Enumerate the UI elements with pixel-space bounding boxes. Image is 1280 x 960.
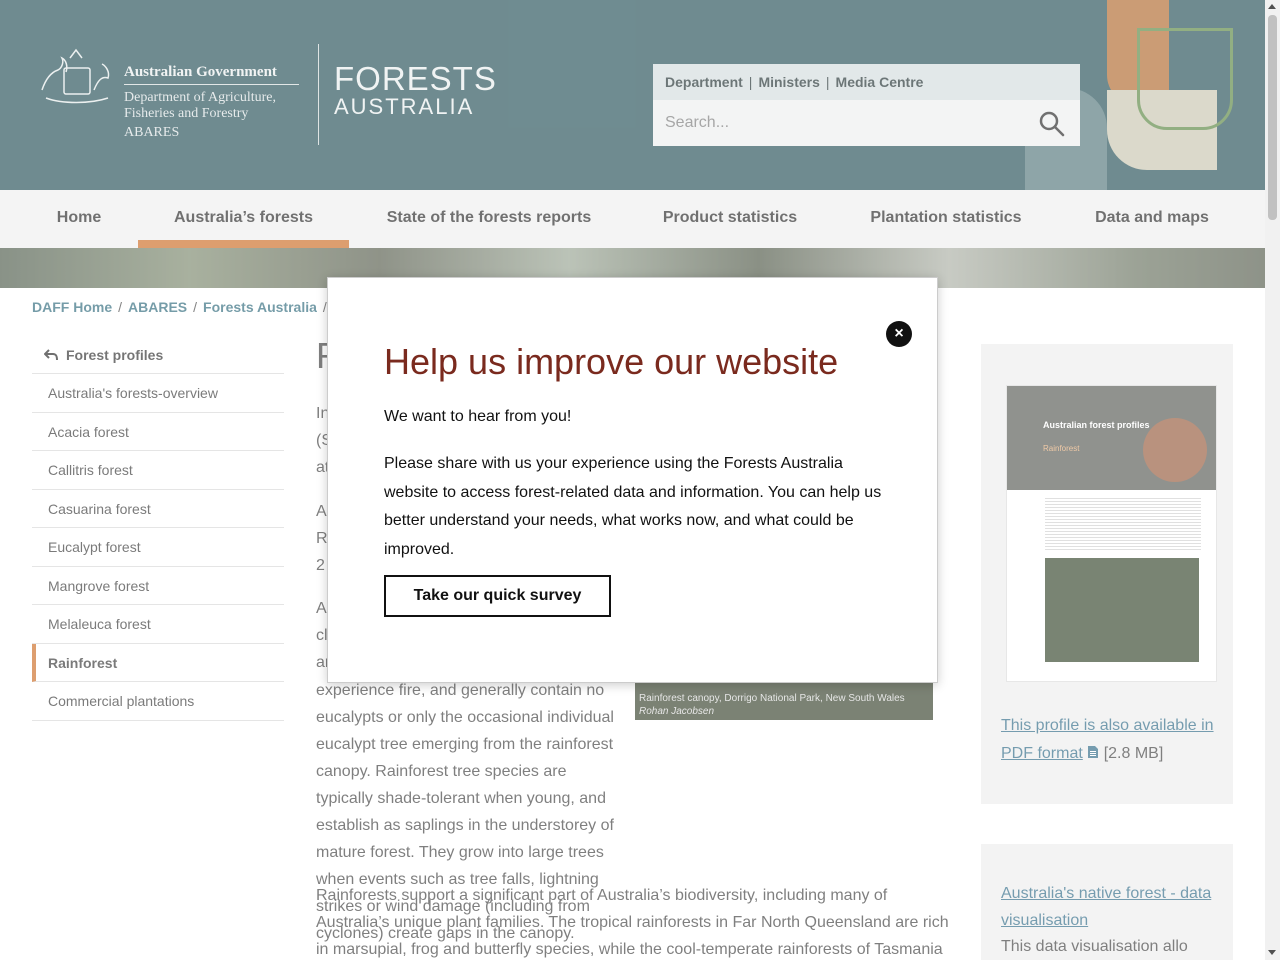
- page-scrollbar[interactable]: [1265, 0, 1280, 960]
- modal-intro: We want to hear from you!: [384, 408, 572, 425]
- modal-title: Help us improve our website: [384, 341, 839, 382]
- scroll-up-arrow-icon[interactable]: [1268, 4, 1276, 9]
- survey-modal: × Help us improve our website We want to…: [327, 277, 938, 683]
- close-icon[interactable]: ×: [886, 321, 912, 347]
- scroll-down-arrow-icon[interactable]: [1268, 950, 1276, 955]
- modal-body: Please share with us your experience usi…: [384, 455, 882, 558]
- scrollbar-thumb[interactable]: [1268, 15, 1277, 220]
- take-survey-button[interactable]: Take our quick survey: [384, 575, 611, 617]
